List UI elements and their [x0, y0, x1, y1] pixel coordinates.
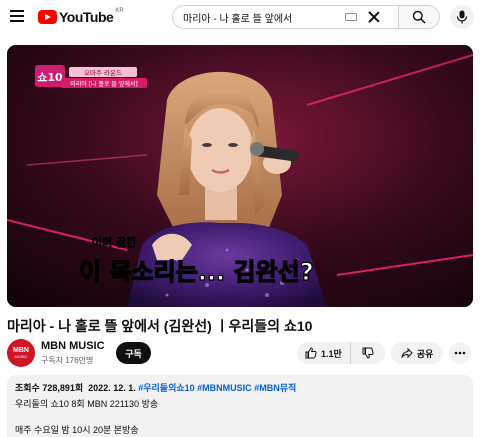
youtube-logo[interactable]: YouTube KR	[38, 8, 124, 25]
subscriber-count: 구독자 176만명	[41, 356, 94, 365]
share-button[interactable]: 공유	[391, 342, 443, 364]
logo-region: KR	[115, 8, 124, 14]
channel-name[interactable]: MBN MUSIC	[41, 340, 105, 352]
upload-date: 2022. 12. 1.	[88, 383, 136, 393]
caption-main: 이 목소리는... 김완선?	[79, 258, 314, 286]
description-meta: 조회수 728,891회 2022. 12. 1. #우리들의쇼10 #MBNM…	[15, 381, 465, 394]
more-actions-button[interactable]	[449, 342, 471, 364]
description-line: 우리들의 쇼10 8회 MBN 221130 방송	[15, 399, 159, 409]
dislike-button[interactable]	[351, 342, 385, 364]
overlay-song: 마리아 [나 홀로 뜰 앞에서]	[70, 80, 138, 88]
hashtag-link[interactable]: #MBN뮤직	[254, 383, 296, 393]
voice-search-button[interactable]	[450, 5, 474, 29]
video-frame: 쇼10 오마주 라운드 마리아 [나 홀로 뜰 앞에서] 어머 잠깐 이 목소리…	[7, 45, 473, 307]
menu-icon[interactable]	[10, 10, 24, 22]
search-button[interactable]	[398, 5, 440, 29]
view-count: 조회수 728,891회	[15, 383, 84, 393]
share-label: 공유	[416, 348, 434, 359]
youtube-play-icon	[38, 10, 57, 24]
thumbs-up-icon	[305, 347, 317, 359]
video-title: 마리아 - 나 홀로 뜰 앞에서 (김완선) ㅣ우리들의 쇼10	[7, 318, 313, 334]
overlay-tag: 오마주 라운드	[84, 68, 122, 77]
description-box[interactable]: 조회수 728,891회 2022. 12. 1. #우리들의쇼10 #MBNM…	[7, 375, 473, 437]
keyboard-icon[interactable]	[345, 13, 357, 21]
subscribe-button[interactable]: 구독	[116, 342, 151, 364]
avatar-subtext: MUSIC	[14, 354, 28, 359]
like-dislike-group: 1.1만	[297, 342, 385, 364]
caption-small: 어머 잠깐	[92, 235, 136, 249]
logo-text: YouTube	[59, 9, 114, 25]
search-bar	[172, 5, 440, 29]
search-box	[172, 5, 398, 29]
avatar-text: MBN	[13, 347, 29, 354]
like-count: 1.1만	[321, 348, 342, 359]
like-button[interactable]: 1.1만	[297, 342, 351, 364]
thumbs-down-icon	[362, 347, 374, 359]
description-line: 매주 수요일 밤 10시 20분 본방송	[15, 425, 139, 435]
mic-icon	[456, 10, 468, 24]
search-input[interactable]	[183, 11, 333, 23]
show-logo: 쇼10	[37, 71, 63, 84]
more-horizontal-icon	[454, 351, 466, 355]
share-icon	[401, 348, 413, 358]
channel-avatar[interactable]: MBN MUSIC	[7, 339, 35, 367]
clear-icon[interactable]	[367, 10, 381, 24]
top-bar: YouTube KR	[0, 0, 480, 36]
hashtag-link[interactable]: #우리들의쇼10	[138, 383, 194, 393]
video-player[interactable]: 쇼10 오마주 라운드 마리아 [나 홀로 뜰 앞에서] 어머 잠깐 이 목소리…	[7, 45, 473, 307]
hashtag-link[interactable]: #MBNMUSIC	[197, 383, 252, 393]
search-icon	[412, 10, 426, 24]
